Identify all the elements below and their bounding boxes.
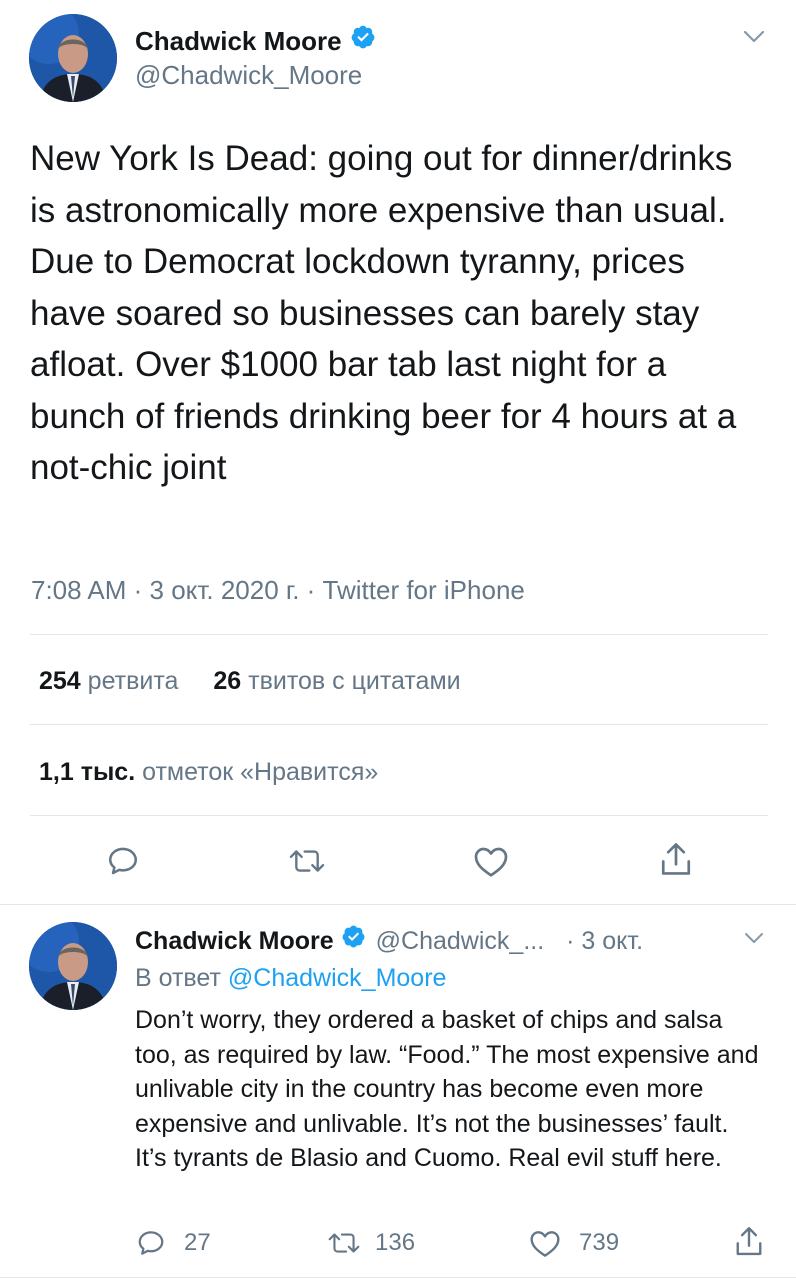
reply-author-avatar[interactable] [29,922,117,1010]
retweet-icon[interactable] [283,838,331,884]
engagement-stats: 254 ретвита 26 твитов с цитатами [39,665,461,697]
quotes-stat[interactable]: 26 твитов с цитатами [213,667,460,695]
likes-stat[interactable]: 1,1 тыс. отметок «Нравится» [39,756,378,788]
tweet-time: 7:08 AM [31,575,127,605]
retweet-count: 136 [375,1229,416,1256]
like-count: 739 [579,1229,620,1256]
reply-action-like[interactable]: 739 [529,1225,619,1261]
author-name-row[interactable]: Chadwick Moore [135,24,376,57]
share-icon[interactable] [731,1223,767,1261]
reply-author-name[interactable]: Chadwick Moore [135,925,334,957]
heart-icon[interactable] [468,838,514,884]
reply-author-handle[interactable]: @Chadwick_... [376,925,545,957]
tweet-text: New York Is Dead: going out for dinner/d… [30,139,737,487]
retweets-stat[interactable]: 254 ретвита [39,667,185,695]
reply-to-link[interactable]: @Chadwick_Moore [228,964,447,992]
chevron-down-icon[interactable] [738,926,770,950]
avatar-image [29,922,117,1010]
heart-icon [529,1228,561,1258]
likes-count: 1,1 тыс. [39,758,136,786]
reply-count: 27 [184,1229,211,1256]
verified-badge-icon [341,924,366,957]
retweets-label: ретвита [87,667,179,695]
share-icon[interactable] [653,836,699,884]
section-divider [0,904,796,905]
retweet-icon [327,1230,361,1256]
divider [30,724,768,725]
chevron-down-icon[interactable] [738,24,770,50]
reply-text: Don’t worry, they ordered a basket of ch… [135,1006,759,1172]
author-handle[interactable]: @Chadwick_Moore [135,59,362,91]
tweet-source[interactable]: Twitter for iPhone [323,575,525,605]
reply-action-retweet[interactable]: 136 [327,1225,415,1261]
divider [30,634,768,635]
reply-icon [136,1228,166,1258]
reply-icon[interactable] [100,838,146,884]
verified-badge-icon [350,24,376,57]
bottom-divider [0,1277,796,1278]
reply-header: Chadwick Moore @Chadwick_... · 3 окт. [135,924,643,957]
author-avatar[interactable] [29,14,117,102]
tweet-meta: 7:08 AM · 3 окт. 2020 г. · Twitter for i… [31,574,525,606]
reply-context: В ответ @Chadwick_Moore [135,962,446,994]
reply-action-reply[interactable]: 27 [136,1225,211,1261]
retweets-count: 254 [39,667,81,695]
quotes-label: твитов с цитатами [248,667,461,695]
reply-prefix: В ответ [135,964,221,992]
tweet-date: 3 окт. 2020 г. [149,575,300,605]
divider [30,815,768,816]
likes-label: отметок «Нравится» [142,758,379,786]
meta-separator: · [306,575,323,605]
meta-separator: · [133,575,150,605]
quotes-count: 26 [213,667,242,695]
avatar-image [29,14,117,102]
reply-date[interactable]: · 3 окт. [566,925,643,957]
author-name[interactable]: Chadwick Moore [135,25,342,57]
